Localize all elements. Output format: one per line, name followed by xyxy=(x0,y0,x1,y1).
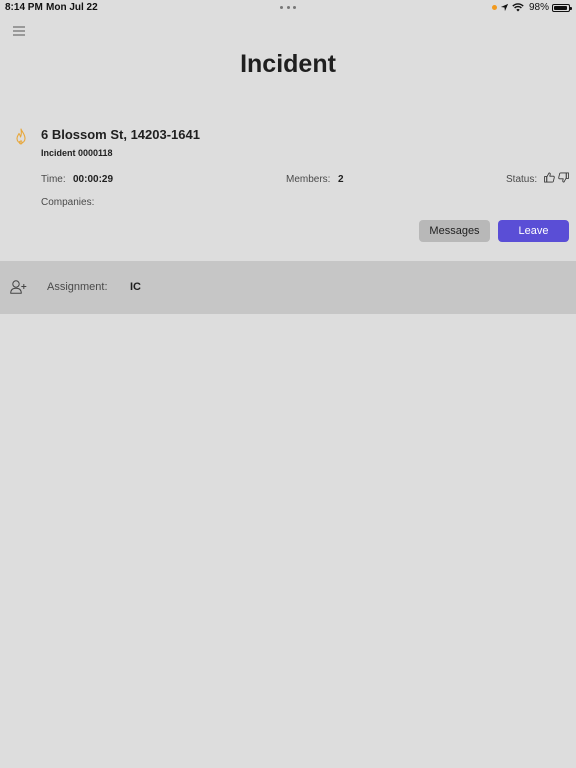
incident-address: 6 Blossom St, 14203-1641 xyxy=(41,127,200,142)
recording-dot-icon xyxy=(491,5,497,10)
thumbs-up-icon[interactable] xyxy=(544,172,555,183)
thumbs-down-icon[interactable] xyxy=(558,172,569,183)
page-title: Incident xyxy=(240,50,336,78)
location-arrow-icon xyxy=(500,3,509,12)
battery-icon xyxy=(552,3,572,12)
assignment-value: IC xyxy=(130,281,141,293)
status-date: Mon Jul 22 xyxy=(46,2,98,13)
members-value: 2 xyxy=(338,174,344,185)
status-bar: 8:14 PM Mon Jul 22 98% xyxy=(0,0,576,16)
wifi-icon xyxy=(512,3,524,12)
incident-card: 6 Blossom St, 14203-1641 Incident 000011… xyxy=(0,120,576,260)
time-value: 00:00:29 xyxy=(73,174,114,185)
fire-icon xyxy=(16,128,26,145)
incident-number: Incident 0000118 xyxy=(41,148,113,158)
assignment-label: Assignment: xyxy=(47,281,108,293)
companies-label: Companies: xyxy=(41,197,95,208)
status-indicators: 98% xyxy=(491,1,572,14)
hamburger-icon[interactable] xyxy=(13,26,25,36)
assignment-row[interactable]: Assignment: IC xyxy=(0,261,576,314)
add-user-icon[interactable] xyxy=(10,280,27,294)
leave-button[interactable]: Leave xyxy=(498,220,569,242)
members-label: Members: xyxy=(286,174,331,185)
messages-button[interactable]: Messages xyxy=(419,220,490,242)
time-label: Time: xyxy=(41,174,66,185)
multitasking-dots-icon[interactable] xyxy=(280,6,296,9)
status-time: 8:14 PM xyxy=(5,2,43,13)
battery-percentage: 98% xyxy=(528,2,549,13)
status-label: Status: xyxy=(506,174,538,185)
